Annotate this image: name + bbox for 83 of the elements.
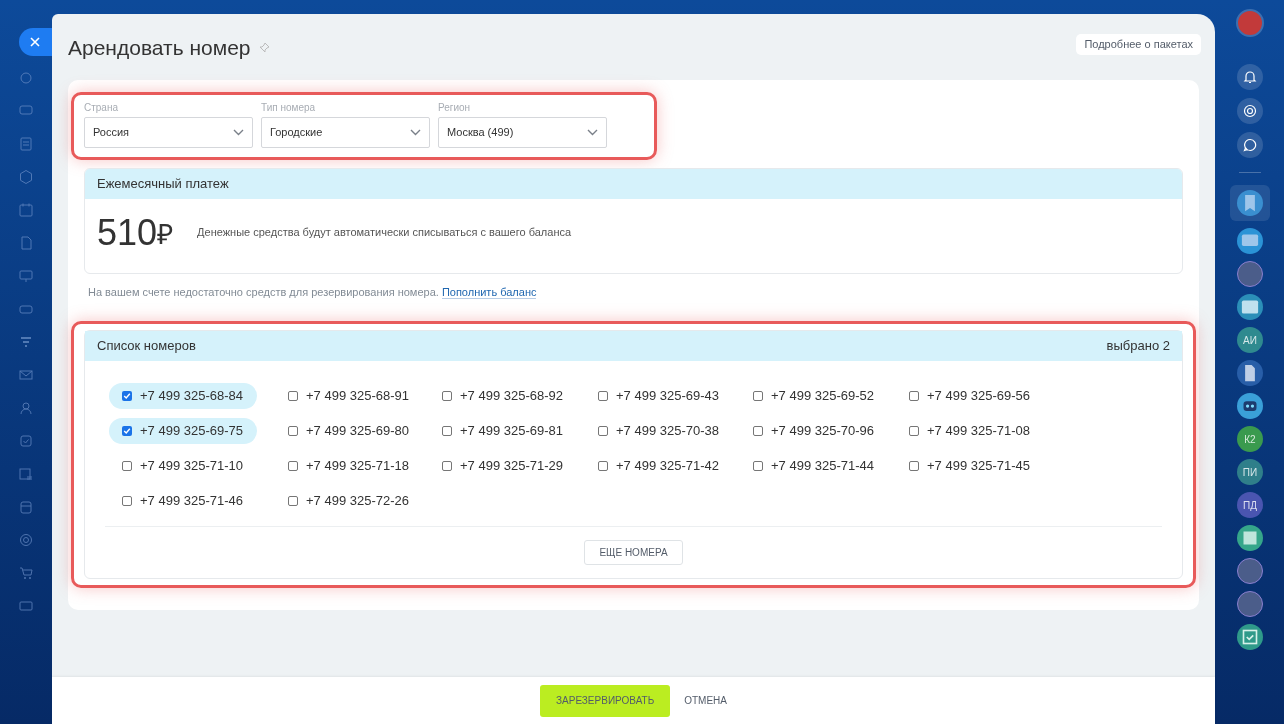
checkbox[interactable]: [909, 426, 919, 436]
balance-warning: На вашем счете недостаточно средств для резервирования номера. Пополнить баланс: [88, 284, 538, 300]
chevron-down-icon: [410, 128, 421, 136]
checkbox[interactable]: [122, 496, 132, 506]
user-avatar[interactable]: [1237, 591, 1263, 617]
chevron-down-icon: [587, 128, 598, 136]
number-option[interactable]: +7 499 325-71-42: [585, 453, 733, 479]
number-list-title: Список номеров: [97, 337, 196, 356]
checkbox[interactable]: [442, 391, 452, 401]
checkbox[interactable]: [598, 391, 608, 401]
hexagon-icon[interactable]: [18, 169, 34, 185]
checkbox[interactable]: [909, 461, 919, 471]
number-option[interactable]: +7 499 325-69-43: [585, 383, 733, 409]
dropdown-field[interactable]: Москва (499): [438, 116, 607, 148]
close-button[interactable]: [19, 28, 52, 56]
checkbox[interactable]: [753, 461, 763, 471]
robot-icon[interactable]: [1237, 393, 1263, 419]
number-option[interactable]: +7 499 325-71-29: [429, 453, 577, 479]
user-avatar[interactable]: [1237, 261, 1263, 287]
number-option[interactable]: +7 499 325-71-08: [896, 418, 1044, 444]
checkbox[interactable]: [288, 496, 298, 506]
number-option[interactable]: +7 499 325-71-18: [275, 453, 423, 479]
checkbox[interactable]: [122, 461, 132, 471]
checkbox[interactable]: [288, 391, 298, 401]
checkbox[interactable]: [288, 426, 298, 436]
number-option[interactable]: +7 499 325-71-46: [109, 488, 257, 514]
initials-avatar[interactable]: ПД: [1237, 492, 1263, 518]
checkbox[interactable]: [598, 426, 608, 436]
document-icon[interactable]: [1237, 360, 1263, 386]
checkbox[interactable]: [442, 461, 452, 471]
number-option[interactable]: +7 499 325-71-45: [896, 453, 1044, 479]
select-label: Тип номера: [261, 100, 317, 115]
dropdown-field[interactable]: Городские: [261, 116, 430, 148]
sync-button[interactable]: [1237, 98, 1263, 124]
number-option[interactable]: +7 499 325-69-75: [109, 418, 257, 444]
reserve-button[interactable]: ЗАРЕЗЕРВИРОВАТЬ: [540, 684, 671, 717]
number-option[interactable]: +7 499 325-69-81: [429, 418, 577, 444]
payment-amount: 510: [97, 214, 158, 251]
close-icon: [30, 37, 40, 47]
number-option[interactable]: +7 499 325-71-10: [109, 453, 257, 479]
select-label: Страна: [84, 100, 119, 115]
checkbox[interactable]: [288, 461, 298, 471]
target-icon[interactable]: [18, 532, 34, 548]
checkbox[interactable]: [122, 391, 132, 401]
number-option[interactable]: +7 499 325-68-92: [429, 383, 577, 409]
select-label: Регион: [438, 100, 472, 115]
number-option[interactable]: +7 499 325-68-84: [109, 383, 257, 409]
checkbox[interactable]: [442, 426, 452, 436]
number-option[interactable]: +7 499 325-71-44: [740, 453, 888, 479]
number-option[interactable]: +7 499 325-72-26: [275, 488, 423, 514]
more-numbers-button[interactable]: ЕЩЕ НОМЕРА: [584, 540, 683, 565]
number-option[interactable]: +7 499 325-69-56: [896, 383, 1044, 409]
chat-button[interactable]: [1237, 132, 1263, 158]
user-avatar[interactable]: [1237, 558, 1263, 584]
bookmark-icon[interactable]: [1237, 190, 1263, 216]
checkbox[interactable]: [122, 426, 132, 436]
checkbox-icon[interactable]: [18, 433, 34, 449]
filter-icon[interactable]: [18, 334, 34, 350]
number-option[interactable]: +7 499 325-69-52: [740, 383, 888, 409]
task-icon[interactable]: [1237, 624, 1263, 650]
checkbox[interactable]: [598, 461, 608, 471]
currency-sign: ₽: [157, 220, 174, 249]
checkbox[interactable]: [753, 391, 763, 401]
checkbox[interactable]: [753, 426, 763, 436]
bell-icon: [1243, 70, 1257, 84]
panel-title: Арендовать номер: [68, 35, 251, 61]
number-option[interactable]: +7 499 325-69-80: [275, 418, 423, 444]
number-option[interactable]: +7 499 325-68-91: [275, 383, 423, 409]
payment-card-header: Ежемесячный платеж: [85, 168, 1182, 199]
notification-button[interactable]: [1237, 64, 1263, 90]
details-button[interactable]: Подробнее о пакетах: [1076, 34, 1201, 55]
selected-count: выбрано 2: [1106, 337, 1170, 356]
number-option[interactable]: +7 499 325-70-96: [740, 418, 888, 444]
dropdown-field[interactable]: Россия: [84, 116, 253, 148]
checkbox[interactable]: [909, 391, 919, 401]
people-icon[interactable]: [18, 400, 34, 416]
cancel-button[interactable]: ОТМЕНА: [684, 693, 727, 708]
initials-avatar[interactable]: ПИ: [1237, 459, 1263, 485]
chevron-down-icon: [233, 128, 244, 136]
payment-note: Денежные средства будут автоматически списываться с вашего баланса: [197, 225, 572, 241]
top-up-link[interactable]: Пополнить баланс: [441, 285, 537, 299]
circle-arrows-icon: [1243, 104, 1257, 118]
number-option[interactable]: +7 499 325-70-38: [585, 418, 733, 444]
